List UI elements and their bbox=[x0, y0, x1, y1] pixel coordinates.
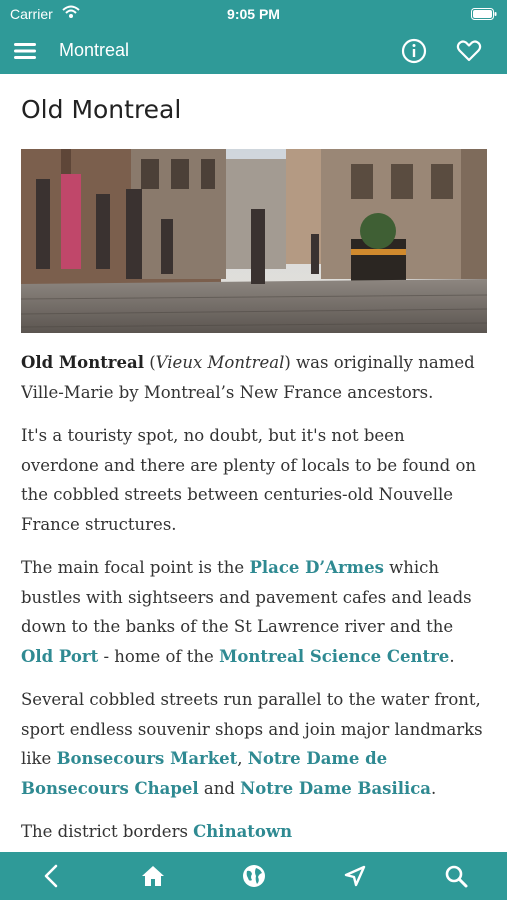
bottom-tab-bar bbox=[0, 852, 507, 900]
nav-bar: Montreal bbox=[0, 28, 507, 74]
paragraph-1: Old Montreal (Vieux Montreal) was origin… bbox=[21, 348, 487, 407]
paragraph-3: The main focal point is the Place D’Arme… bbox=[21, 553, 487, 671]
battery-icon bbox=[471, 7, 497, 23]
hero-photo bbox=[21, 149, 487, 333]
paragraph-4: Several cobbled streets run parallel to … bbox=[21, 685, 487, 803]
back-icon[interactable] bbox=[38, 862, 66, 890]
navigate-icon[interactable] bbox=[341, 862, 369, 890]
favorite-heart-icon[interactable] bbox=[455, 37, 483, 65]
home-icon[interactable] bbox=[139, 862, 167, 890]
text-span: - home of the bbox=[98, 646, 220, 666]
status-bar: Carrier 9:05 PM bbox=[0, 0, 507, 28]
globe-icon[interactable] bbox=[240, 862, 268, 890]
text-span: The main focal point is the bbox=[21, 558, 250, 577]
link-science-centre[interactable]: Montreal Science Centre bbox=[219, 647, 449, 666]
menu-icon[interactable] bbox=[12, 37, 40, 65]
status-time: 9:05 PM bbox=[227, 6, 280, 22]
article-content: Old Montreal Old Montreal (Vieux Montrea… bbox=[21, 74, 487, 852]
text-span: and bbox=[198, 778, 241, 798]
info-icon[interactable] bbox=[400, 37, 428, 65]
paragraph-2: It's a touristy spot, no doubt, but it's… bbox=[21, 426, 476, 534]
text-span: . bbox=[431, 778, 437, 798]
paragraph-5: The district borders Chinatown bbox=[21, 817, 487, 847]
link-place-darmes[interactable]: Place D’Armes bbox=[249, 558, 383, 577]
italic-term: Vieux Montreal bbox=[155, 353, 285, 372]
link-chinatown[interactable]: Chinatown bbox=[193, 822, 292, 841]
nav-title: Montreal bbox=[59, 40, 130, 60]
link-notre-dame-basilica[interactable]: Notre Dame Basilica bbox=[240, 779, 431, 798]
page-title: Old Montreal bbox=[21, 95, 182, 124]
text-span: , bbox=[237, 749, 248, 768]
bold-term: Old Montreal bbox=[21, 353, 144, 372]
link-old-port[interactable]: Old Port bbox=[21, 647, 98, 666]
text-span: The district borders bbox=[21, 822, 194, 841]
search-icon[interactable] bbox=[442, 862, 470, 890]
link-bonsecours-market[interactable]: Bonsecours Market bbox=[57, 749, 238, 768]
text-span: ( bbox=[143, 353, 156, 372]
article-body: Old Montreal (Vieux Montreal) was origin… bbox=[21, 348, 487, 852]
text-span: . bbox=[449, 646, 455, 666]
